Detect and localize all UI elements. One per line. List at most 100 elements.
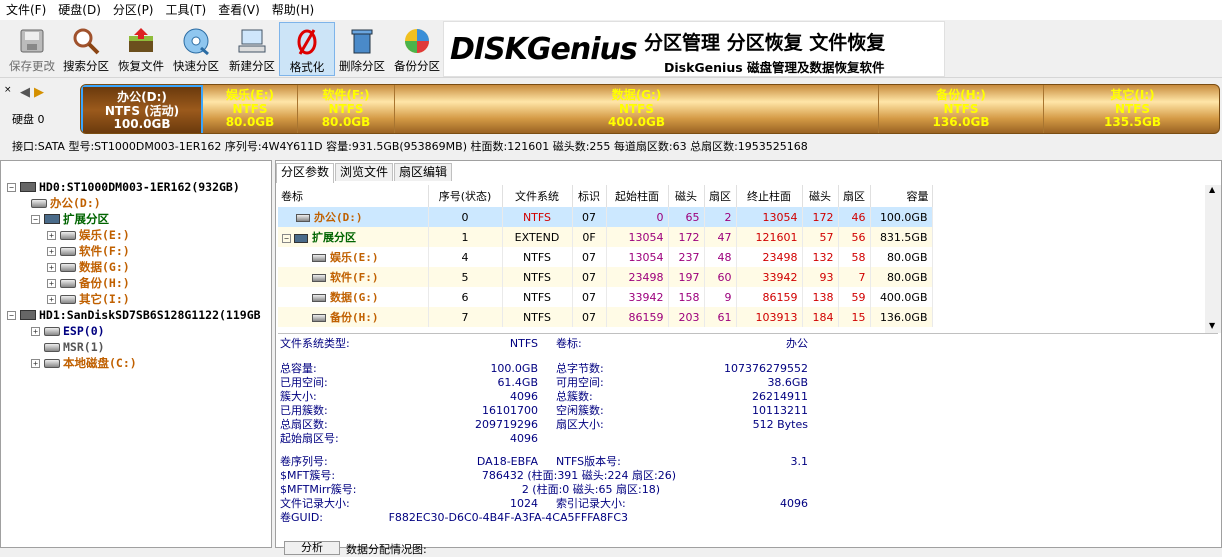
menu-disk[interactable]: 硬盘(D) [52,0,107,20]
cell-volume: 数据(G:) [278,287,429,307]
table-row[interactable]: − 扩展分区 1 EXTEND 0F 13054 172 47 121601 57… [278,227,933,247]
expand-icon[interactable]: + [31,358,40,368]
cell-capacity: 400.0GB [870,287,933,307]
col-volume[interactable]: 卷标 [278,185,429,207]
tree-node-esp[interactable]: + ESP(0) [31,323,105,339]
partition-bar-i[interactable]: 其它(I:) NTFS 135.5GB [1044,85,1219,133]
table-row[interactable]: 数据(G:) 6 NTFS 07 33942 158 9 86159 138 5… [278,287,933,307]
table-row[interactable]: 娱乐(E:) 4 NTFS 07 13054 237 48 23498 132 … [278,247,933,267]
tree-node-c[interactable]: + 本地磁盘(C:) [31,355,137,371]
search-partition-label: 搜索分区 [63,59,109,73]
table-row[interactable]: 备份(H:) 7 NTFS 07 86159 203 61 103913 184… [278,307,933,327]
format-button[interactable]: 格式化 [279,22,335,76]
tree-node-i[interactable]: + 其它(I:) [47,291,130,307]
new-partition-button[interactable]: 新建分区 [224,22,280,76]
cell-end-cyl: 103913 [736,307,803,327]
search-partition-button[interactable]: 搜索分区 [58,22,114,76]
partition-bar-h-fs: NTFS [943,101,979,116]
table-scrollbar[interactable]: ▲ ▼ [1205,185,1221,333]
menu-bar: 文件(F) 硬盘(D) 分区(P) 工具(T) 查看(V) 帮助(H) [0,0,1222,20]
partition-bar-e[interactable]: 娱乐(E:) NTFS 80.0GB [203,85,298,133]
expand-icon[interactable]: + [47,262,56,272]
col-end-head[interactable]: 磁头 [802,185,839,207]
partition-bar-f-name: 软件(F:) [322,88,370,102]
menu-file[interactable]: 文件(F) [0,0,52,20]
col-start-cyl[interactable]: 起始柱面 [606,185,669,207]
menu-tools[interactable]: 工具(T) [160,0,213,20]
cell-start-head: 197 [668,267,705,287]
total-capacity-label: 总容量: [280,362,317,375]
tree-c-label: 本地磁盘(C:) [63,356,137,370]
expand-icon[interactable]: + [47,278,56,288]
tree-msr-label: MSR(1) [63,340,105,354]
tree-node-f[interactable]: + 软件(F:) [47,243,130,259]
col-end-cyl[interactable]: 终止柱面 [736,185,803,207]
next-disk-arrow-icon[interactable]: ▶ [34,85,44,100]
tree-node-hd0[interactable]: − HD0:ST1000DM003-1ER162(932GB) [7,179,240,195]
col-id[interactable]: 标识 [572,185,607,207]
tab-partition-params[interactable]: 分区参数 [276,163,335,183]
ntfs-version-value: 3.1 [790,455,809,468]
volume-label-label: 卷标: [556,337,582,350]
tree-node-h[interactable]: + 备份(H:) [47,275,130,291]
cell-start-sector: 47 [704,227,737,247]
cluster-size-value: 4096 [510,390,538,403]
table-row[interactable]: 软件(F:) 5 NTFS 07 23498 197 60 33942 93 7… [278,267,933,287]
tree-node-msr[interactable]: MSR(1) [31,339,105,355]
analyze-button[interactable]: 分析 [284,541,340,555]
partition-bar-d[interactable]: 办公(D:) NTFS (活动) 100.0GB [81,85,203,133]
col-start-sector[interactable]: 扇区 [704,185,737,207]
collapse-icon[interactable]: − [282,234,291,243]
partition-bar-h[interactable]: 备份(H:) NTFS 136.0GB [879,85,1044,133]
start-sector-value: 4096 [510,432,538,445]
cell-fs: EXTEND [502,227,573,247]
partition-bar-d-size: 100.0GB [113,117,171,131]
partition-bar-g[interactable]: 数据(G:) NTFS 400.0GB [395,85,879,133]
cell-index: 4 [428,247,503,267]
tree-node-extended[interactable]: − 扩展分区 [31,211,109,227]
collapse-icon[interactable]: − [7,310,16,320]
expand-icon[interactable]: + [47,294,56,304]
cell-capacity: 80.0GB [870,267,933,287]
col-end-sector[interactable]: 扇区 [838,185,871,207]
tab-bar: 分区参数 浏览文件 扇区编辑 [276,163,453,183]
recover-files-button[interactable]: 恢复文件 [113,22,169,76]
partition-icon [60,294,76,304]
quick-partition-button[interactable]: 快速分区 [168,22,224,76]
prev-disk-arrow-icon[interactable]: ◀ [20,85,30,100]
col-start-head[interactable]: 磁头 [668,185,705,207]
col-index[interactable]: 序号(状态) [428,185,503,207]
cell-index: 5 [428,267,503,287]
partition-bar-f[interactable]: 软件(F:) NTFS 80.0GB [298,85,395,133]
tab-sector-edit[interactable]: 扇区编辑 [394,163,453,181]
col-fs[interactable]: 文件系统 [502,185,573,207]
scroll-up-icon[interactable]: ▲ [1209,185,1215,194]
cell-volume: − 扩展分区 [278,227,429,247]
table-row[interactable]: 办公(D:) 0 NTFS 07 0 65 2 13054 172 46 100… [278,207,933,227]
expand-icon[interactable]: + [47,230,56,240]
tree-node-hd1[interactable]: − HD1:SanDiskSD7SB6S128G1122(119GB [7,307,261,323]
col-capacity[interactable]: 容量 [870,185,933,207]
backup-partition-button[interactable]: 备份分区 [389,22,445,76]
save-changes-button[interactable]: 保存更改 [4,22,60,76]
mftmirr-value: 2 (柱面:0 磁头:65 扇区:18) [521,483,660,496]
scroll-down-icon[interactable]: ▼ [1209,321,1215,330]
tree-node-d[interactable]: 办公(D:) [31,195,101,211]
delete-partition-button[interactable]: 删除分区 [334,22,390,76]
expand-icon[interactable]: + [31,326,40,336]
format-icon [297,29,317,55]
tab-browse-files[interactable]: 浏览文件 [335,163,394,181]
cell-end-head: 132 [802,247,839,267]
cell-index: 6 [428,287,503,307]
expand-icon[interactable]: + [47,246,56,256]
collapse-icon[interactable]: − [31,214,40,224]
tree-node-e[interactable]: + 娱乐(E:) [47,227,130,243]
ntfs-version-label: NTFS版本号: [556,455,621,468]
menu-help[interactable]: 帮助(H) [266,0,320,20]
tree-node-g[interactable]: + 数据(G:) [47,259,130,275]
collapse-icon[interactable]: − [7,182,16,192]
menu-partition[interactable]: 分区(P) [107,0,160,20]
menu-view[interactable]: 查看(V) [212,0,266,20]
record-size-label: 文件记录大小: [280,497,350,510]
cell-fs: NTFS [502,287,573,307]
